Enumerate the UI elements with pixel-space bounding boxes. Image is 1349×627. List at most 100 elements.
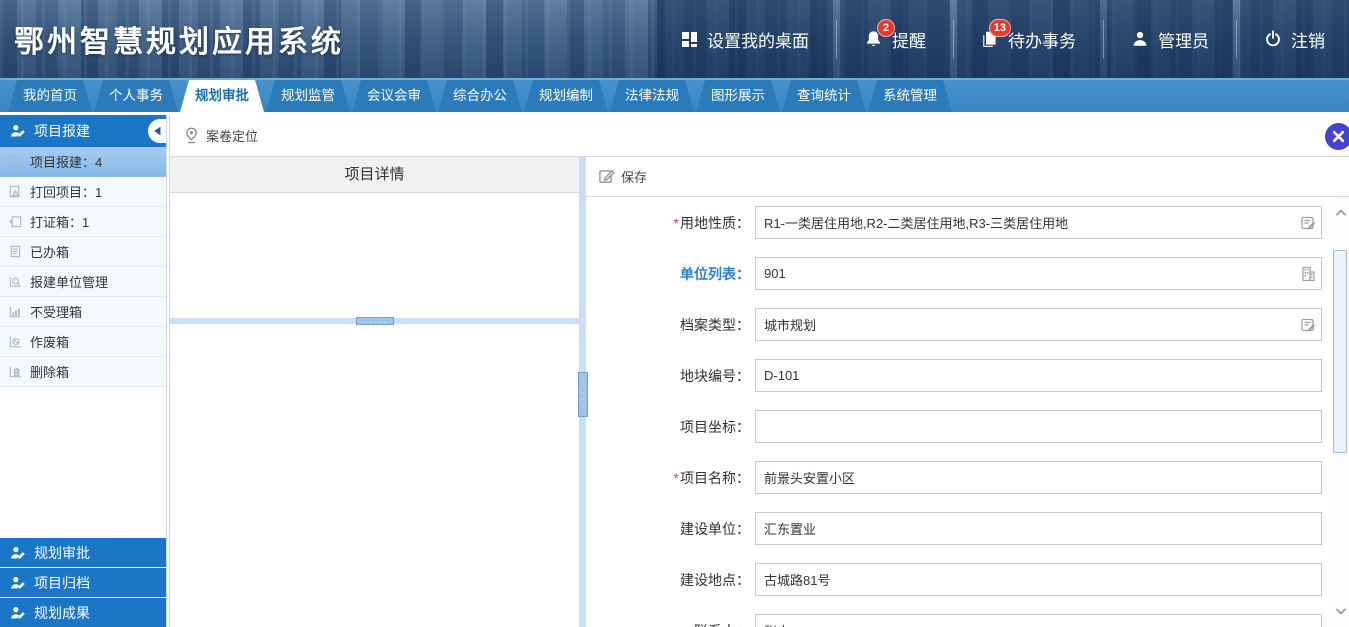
tasks-icon: 13	[981, 30, 999, 48]
power-icon	[1264, 30, 1282, 48]
nav-tab[interactable]: 个人事务	[94, 80, 178, 112]
logout-button[interactable]: 注销	[1240, 0, 1349, 78]
form-field-input[interactable]: 前景头安置小区	[755, 461, 1322, 494]
grid-icon	[681, 31, 698, 48]
doc-cancel-icon	[8, 334, 23, 349]
required-marker: *	[674, 470, 679, 486]
bell-icon: 2	[864, 30, 883, 49]
form-field-input[interactable]: R1-一类居住用地,R2-二类居住用地,R3-三类居住用地	[755, 206, 1322, 239]
form-row: 建设地点：古城路81号	[586, 563, 1349, 596]
sidebar-item[interactable]: 打回项目：1	[0, 177, 166, 207]
field-label-text[interactable]: 单位列表：	[680, 266, 750, 282]
field-label-text: 用地性质：	[680, 215, 750, 231]
user-pen-icon	[10, 545, 26, 561]
scrollbar-thumb[interactable]	[1333, 250, 1347, 453]
form-field-input[interactable]: 张丰	[755, 614, 1322, 627]
doc-pen-icon	[8, 154, 23, 169]
sidebar-section[interactable]: 规划成果	[0, 598, 166, 627]
sidebar-section-label: 项目报建	[34, 121, 90, 141]
building-icon[interactable]	[1300, 266, 1316, 282]
field-label-text: 档案类型：	[680, 317, 750, 333]
field-label: 项目坐标：	[586, 417, 750, 437]
sidebar-item[interactable]: 作废箱	[0, 327, 166, 357]
chevron-up-icon[interactable]	[1335, 209, 1346, 216]
app-title: 鄂州智慧规划应用系统	[14, 17, 344, 61]
collapse-arrow-icon	[153, 126, 162, 136]
doc-return-icon	[8, 214, 23, 229]
required-marker: *	[674, 215, 679, 231]
header-action-label: 管理员	[1158, 27, 1209, 52]
sidebar-section[interactable]: 规划审批	[0, 538, 166, 567]
nav-tab[interactable]: 会议会审	[352, 80, 436, 112]
field-label: 单位列表：	[586, 264, 750, 284]
form-field-input[interactable]: D-101	[755, 359, 1322, 392]
doc-search-icon	[8, 274, 23, 289]
save-button[interactable]: 保存	[621, 167, 647, 186]
form-row: 项目坐标：	[586, 410, 1349, 443]
sidebar-item[interactable]: 不受理箱	[0, 297, 166, 327]
form-field-input[interactable]	[755, 410, 1322, 443]
nav-tab[interactable]: 综合办公	[438, 80, 522, 112]
sidebar-item-label: 打回项目：1	[30, 182, 102, 201]
sidebar-collapse-button[interactable]	[148, 119, 166, 143]
nav-tab[interactable]: 法律法规	[610, 80, 694, 112]
form-field-input[interactable]: 汇东置业	[755, 512, 1322, 545]
todo-tasks-button[interactable]: 13 待办事务	[957, 0, 1100, 78]
field-value: 张丰	[764, 621, 790, 627]
admin-user-button[interactable]: 管理员	[1107, 0, 1233, 78]
form-field-input[interactable]: 901	[755, 257, 1322, 290]
note-edit-icon[interactable]	[1300, 215, 1316, 231]
sidebar-item[interactable]: 报建单位管理	[0, 267, 166, 297]
doc-warning-icon	[8, 184, 23, 199]
nav-tab[interactable]: 图形展示	[696, 80, 780, 112]
nav-tab[interactable]: 我的首页	[8, 80, 92, 112]
sidebar-section-project-report[interactable]: 项目报建	[0, 115, 166, 147]
form-fields: *用地性质：R1-一类居住用地,R2-二类居住用地,R3-三类居住用地单位列表：…	[586, 197, 1349, 627]
sidebar-item[interactable]: 打证箱：1	[0, 207, 166, 237]
form-row: 地块编号：D-101	[586, 359, 1349, 392]
field-value: D-101	[764, 368, 799, 383]
nav-tab[interactable]: 查询统计	[782, 80, 866, 112]
nav-tab[interactable]: 系统管理	[868, 80, 952, 112]
reminders-button[interactable]: 2提醒	[840, 0, 950, 78]
form-scrollbar[interactable]	[1332, 197, 1349, 627]
user-icon	[1131, 30, 1149, 48]
field-label: *用地性质：	[586, 213, 750, 233]
field-value: 前景头安置小区	[764, 468, 855, 487]
header-action-label: 待办事务	[1008, 27, 1076, 52]
nav-tab[interactable]: 规划监管	[266, 80, 350, 112]
header-action-label: 设置我的桌面	[707, 27, 809, 52]
nav-tab[interactable]: 规划编制	[524, 80, 608, 112]
form-row: *项目名称：前景头安置小区	[586, 461, 1349, 494]
sidebar-item-list: 项目报建：4 打回项目：1 打证箱：1已办箱报建单位管理不受理箱作废箱删除箱	[0, 147, 166, 387]
form-row: 建设单位： 汇东置业	[586, 512, 1349, 545]
field-label: 建设地点：	[586, 570, 750, 590]
content-toolbar: 案卷定位	[170, 115, 1349, 157]
case-locate-button[interactable]: 案卷定位	[206, 126, 258, 145]
nav-tab[interactable]: 规划审批	[180, 80, 264, 112]
header-actions: 设置我的桌面2提醒13待办事务管理员注销	[657, 0, 1349, 78]
sidebar-section[interactable]: 项目归档	[0, 568, 166, 597]
notification-badge: 2	[877, 19, 895, 37]
field-label-text: 联系人：	[694, 623, 750, 627]
chevron-down-icon[interactable]	[1335, 608, 1346, 615]
field-label: 联系人：	[586, 621, 750, 627]
form-field-input[interactable]: 城市规划	[755, 308, 1322, 341]
field-value: 901	[764, 266, 786, 281]
sidebar-item[interactable]: 项目报建：4	[0, 147, 166, 177]
field-label-text: 项目坐标：	[680, 419, 750, 435]
sidebar-section-label: 规划成果	[34, 603, 90, 623]
desktop-settings-button[interactable]: 设置我的桌面	[657, 0, 833, 78]
horizontal-splitter-handle[interactable]: ......	[356, 317, 394, 325]
field-value: 汇东置业	[764, 519, 816, 538]
close-button[interactable]	[1325, 123, 1349, 150]
form-field-input[interactable]: 古城路81号	[755, 563, 1322, 596]
field-label: 建设单位：	[586, 519, 750, 539]
horizontal-splitter: ......	[170, 318, 579, 324]
header-separator	[1103, 20, 1104, 58]
sidebar-item[interactable]: 已办箱	[0, 237, 166, 267]
sidebar-item[interactable]: 删除箱	[0, 357, 166, 387]
header-action-label: 提醒	[892, 27, 926, 52]
save-pen-icon	[598, 168, 615, 185]
note-edit-icon[interactable]	[1300, 317, 1316, 333]
